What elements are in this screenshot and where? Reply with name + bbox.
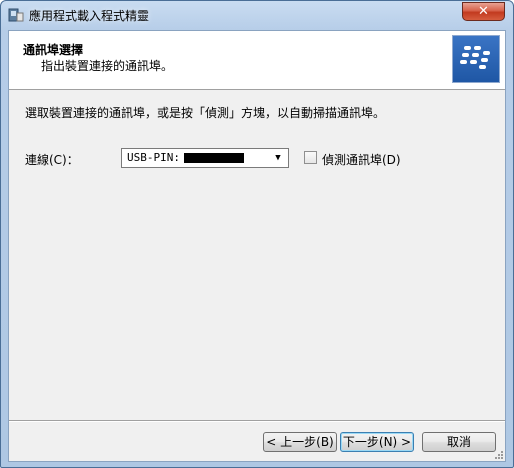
port-select[interactable]: USB-PIN: ▼ — [121, 148, 289, 168]
instruction-text: 選取裝置連接的通訊埠，或是按「偵測」方塊，以自動掃描通訊埠。 — [25, 106, 386, 120]
port-label: 連線(C)： — [25, 153, 79, 167]
page-subtitle: 指出裝置連接的通訊埠。 — [41, 59, 174, 73]
port-select-value: USB-PIN: — [127, 151, 180, 164]
chevron-down-icon[interactable]: ▼ — [270, 150, 286, 166]
page-title: 通訊埠選擇 — [23, 43, 84, 57]
footer-divider — [9, 420, 505, 422]
close-button[interactable]: ✕ — [462, 2, 505, 21]
window-title: 應用程式載入程式精靈 — [29, 9, 150, 23]
installer-window: 應用程式載入程式精靈 ✕ 通訊埠選擇 指出裝置連接的通訊埠。 選取裝置連接的通訊… — [0, 0, 514, 468]
detect-port-label[interactable]: 偵測通訊埠(D) — [322, 151, 401, 168]
redacted-pin — [184, 153, 244, 163]
title-bar[interactable]: 應用程式載入程式精靈 ✕ — [1, 1, 513, 29]
next-button[interactable]: 下一步(N) > — [340, 432, 414, 452]
detect-port-checkbox[interactable] — [304, 151, 317, 164]
resize-grip-icon[interactable] — [492, 448, 504, 460]
wizard-header: 通訊埠選擇 指出裝置連接的通訊埠。 — [9, 31, 505, 90]
wizard-client-area: 通訊埠選擇 指出裝置連接的通訊埠。 選取裝置連接的通訊埠，或是按「偵測」方塊，以… — [8, 30, 506, 462]
back-button[interactable]: < 上一步(B) — [263, 432, 337, 452]
cancel-button[interactable]: 取消 — [422, 432, 496, 452]
app-icon — [8, 8, 24, 22]
blackberry-logo-icon — [452, 35, 500, 83]
